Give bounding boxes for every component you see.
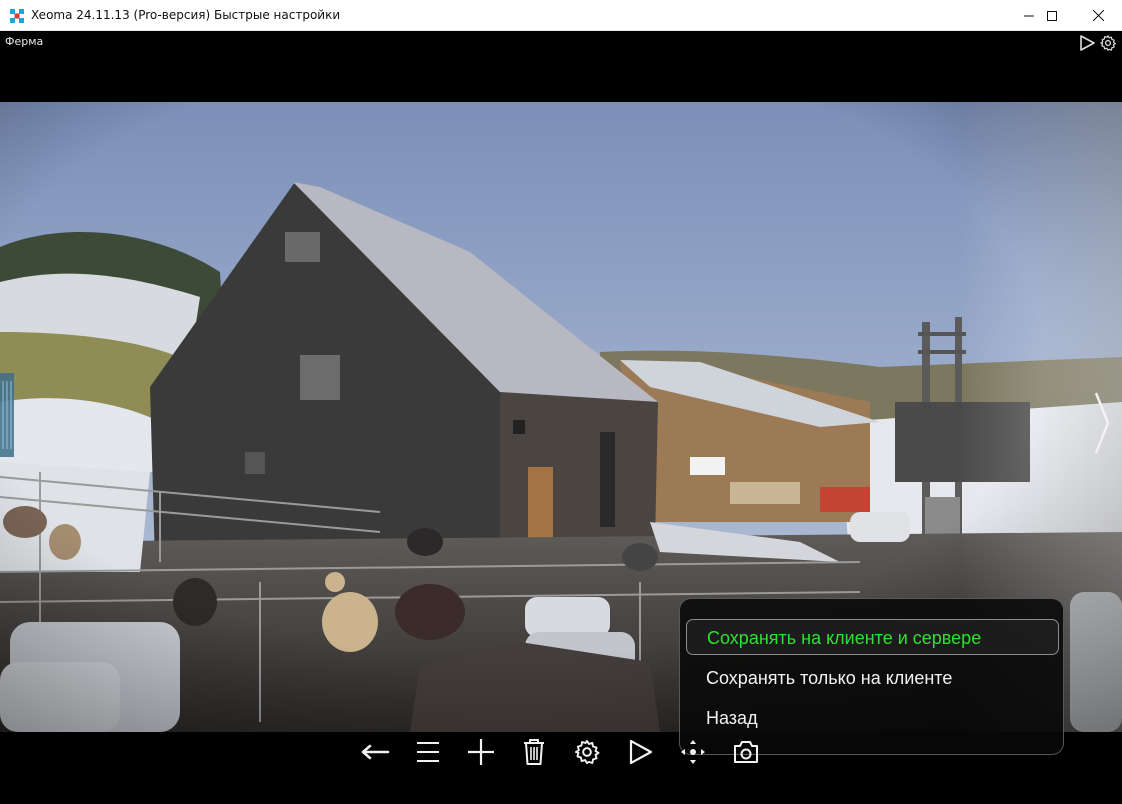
camera-viewer: Ферма Сохранять на клиенте и сервере Сох… [0, 31, 1122, 804]
back-button[interactable] [357, 734, 393, 770]
window-titlebar: Xeoma 24.11.13 (Pro-версия) Быстрые наст… [0, 0, 1122, 31]
play-icon [629, 739, 653, 765]
close-button[interactable] [1075, 0, 1121, 31]
play-button[interactable] [622, 734, 658, 770]
close-icon [1092, 10, 1104, 21]
settings-button[interactable] [569, 734, 605, 770]
menu-item-save-client-and-server[interactable]: Сохранять на клиенте и сервере [686, 619, 1059, 655]
move-icon [681, 740, 705, 764]
add-button[interactable] [463, 734, 499, 770]
maximize-icon [1047, 10, 1057, 21]
xeoma-app-icon [10, 9, 24, 23]
delete-button[interactable] [516, 734, 552, 770]
menu-item-back[interactable]: Назад [686, 700, 1059, 736]
maximize-button[interactable] [1029, 0, 1075, 31]
play-icon[interactable] [1078, 34, 1096, 52]
top-right-controls [1078, 34, 1117, 52]
trash-icon [524, 739, 544, 765]
snapshot-button[interactable] [728, 734, 764, 770]
settings-gear-icon [574, 739, 600, 765]
back-arrow-icon [361, 744, 390, 760]
window-title: Xeoma 24.11.13 (Pro-версия) Быстрые наст… [31, 8, 341, 22]
camera-snapshot-icon [734, 741, 758, 763]
camera-name-label: Ферма [5, 35, 44, 48]
ptz-move-button[interactable] [675, 734, 711, 770]
next-camera-arrow-icon[interactable] [1094, 391, 1110, 455]
menu-item-save-client-only[interactable]: Сохранять только на клиенте [686, 660, 1059, 696]
list-button[interactable] [410, 734, 446, 770]
left-panel-handle[interactable] [0, 373, 16, 457]
add-icon [468, 739, 494, 765]
menu-list-icon [417, 742, 439, 762]
save-options-menu: Сохранять на клиенте и сервере Сохранять… [679, 598, 1064, 755]
gear-icon[interactable] [1099, 34, 1117, 52]
